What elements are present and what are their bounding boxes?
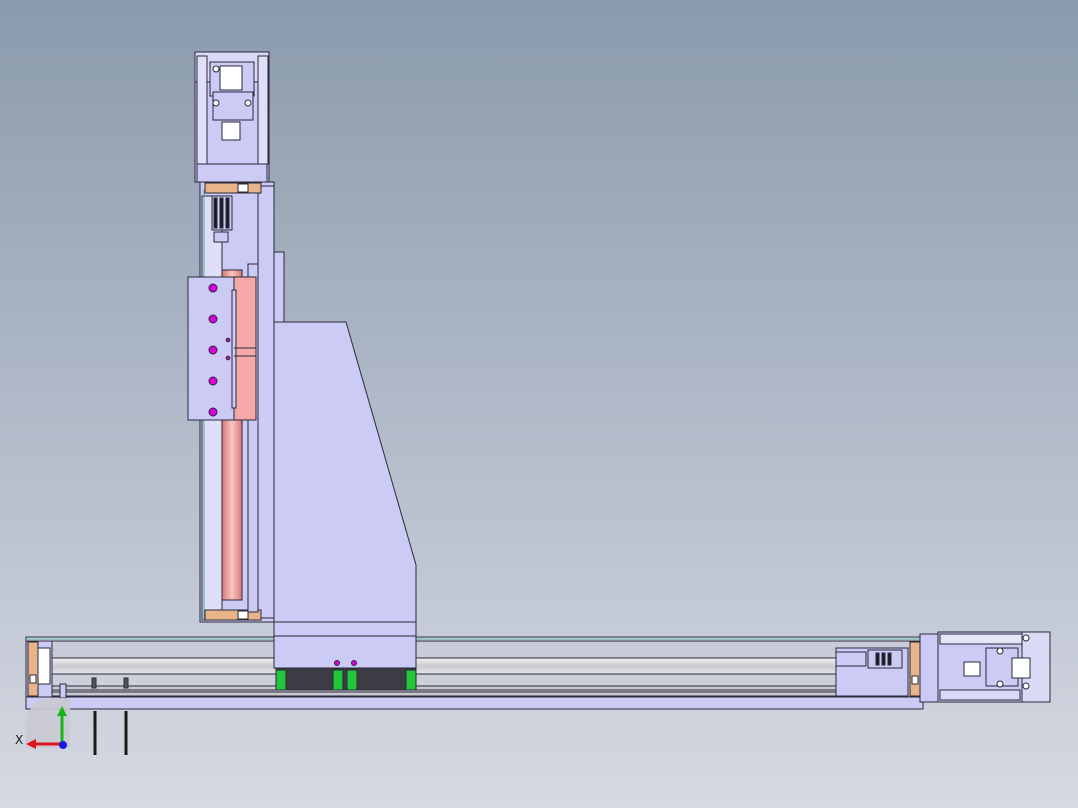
x-motor-connector — [1011, 657, 1031, 679]
z-carriage-bolt-5 — [208, 407, 218, 417]
x-slider-block-right — [405, 669, 417, 691]
z-carriage-bolt-1 — [208, 283, 218, 293]
x-slider-block-mid-right — [346, 669, 358, 691]
triad-x-label: X — [15, 733, 23, 747]
x-guide-rod[interactable] — [49, 657, 909, 675]
x-linear-rail[interactable] — [47, 685, 839, 697]
z-carriage-bolt-4 — [208, 376, 218, 386]
x-base-plate[interactable] — [25, 696, 924, 710]
x-servo-motor[interactable] — [937, 631, 1051, 703]
x-right-bearing — [909, 641, 921, 697]
x-carriage[interactable] — [273, 621, 417, 691]
x-left-bearing — [27, 641, 39, 697]
drawing-canvas: X — [0, 0, 1078, 808]
z-motor-connector — [219, 65, 243, 91]
z-top-bearing — [204, 182, 262, 194]
z-servo-motor[interactable] — [194, 51, 270, 183]
cad-graphics-viewport[interactable]: X — [0, 0, 1078, 808]
z-carriage-bolt-3 — [208, 345, 218, 355]
z-carriage-bolt-2 — [208, 314, 218, 324]
z-carriage[interactable] — [187, 276, 257, 421]
x-slider-block-mid-left — [332, 669, 344, 691]
x-slider-block-left — [275, 669, 287, 691]
